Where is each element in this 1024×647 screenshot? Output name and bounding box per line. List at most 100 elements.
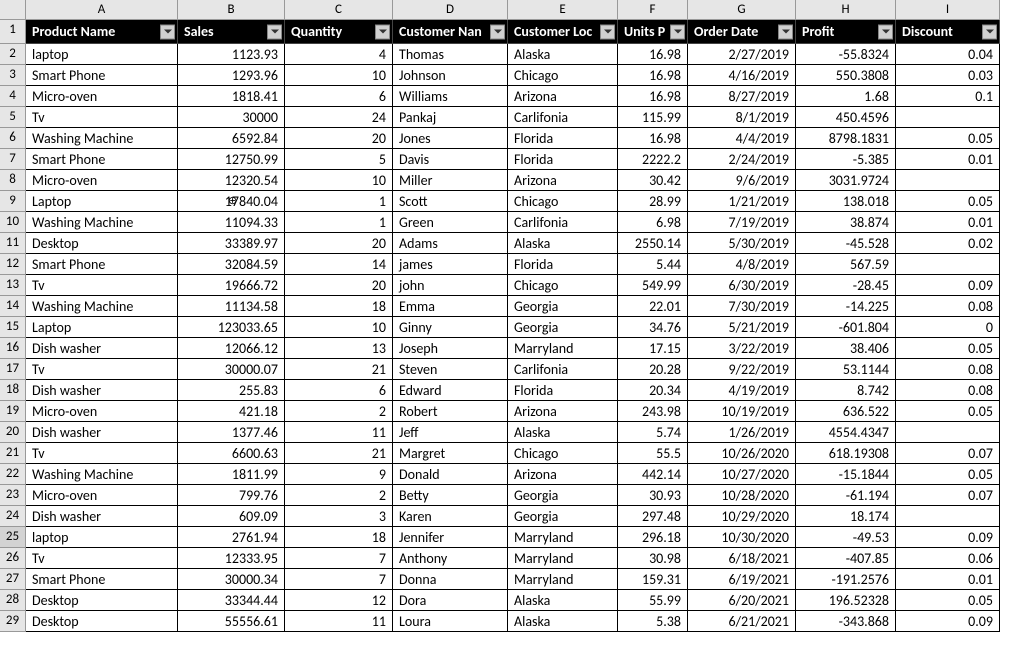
cell-D29[interactable]: Loura (393, 611, 508, 632)
row-head-20[interactable]: 20 (0, 422, 26, 443)
cell-B6[interactable]: 6592.84 (178, 128, 285, 149)
cell-I19[interactable]: 0.05 (896, 401, 1000, 422)
cell-H3[interactable]: 550.3808 (796, 65, 896, 86)
cell-C22[interactable]: 9 (285, 464, 393, 485)
col-head-E[interactable]: E (508, 0, 618, 20)
cell-G23[interactable]: 10/28/2020 (688, 485, 796, 506)
header-B[interactable]: Sales (178, 20, 285, 44)
cell-D17[interactable]: Steven (393, 359, 508, 380)
cell-F10[interactable]: 6.98 (618, 212, 688, 233)
cell-E4[interactable]: Arizona (508, 86, 618, 107)
cell-G25[interactable]: 10/30/2020 (688, 527, 796, 548)
cell-D21[interactable]: Margret (393, 443, 508, 464)
cell-F29[interactable]: 5.38 (618, 611, 688, 632)
cell-B4[interactable]: 1818.41 (178, 86, 285, 107)
cell-H10[interactable]: 38.874 (796, 212, 896, 233)
cell-G18[interactable]: 4/19/2019 (688, 380, 796, 401)
cell-H11[interactable]: -45.528 (796, 233, 896, 254)
cell-B10[interactable]: 11094.33 (178, 212, 285, 233)
row-head-18[interactable]: 18 (0, 380, 26, 401)
cell-I23[interactable]: 0.07 (896, 485, 1000, 506)
cell-E3[interactable]: Chicago (508, 65, 618, 86)
cell-F28[interactable]: 55.99 (618, 590, 688, 611)
row-head-4[interactable]: 4 (0, 86, 26, 107)
cell-B15[interactable]: 123033.65 (178, 317, 285, 338)
cell-H23[interactable]: -61.194 (796, 485, 896, 506)
cell-I14[interactable]: 0.08 (896, 296, 1000, 317)
cell-A24[interactable]: Dish washer (26, 506, 178, 527)
cell-C29[interactable]: 11 (285, 611, 393, 632)
cell-E20[interactable]: Alaska (508, 422, 618, 443)
cell-I10[interactable]: 0.01 (896, 212, 1000, 233)
cell-I11[interactable]: 0.02 (896, 233, 1000, 254)
cell-E5[interactable]: Carlifonia (508, 107, 618, 128)
cell-A6[interactable]: Washing Machine (26, 128, 178, 149)
cell-G20[interactable]: 1/26/2019 (688, 422, 796, 443)
cell-D5[interactable]: Pankaj (393, 107, 508, 128)
cell-H6[interactable]: 8798.1831 (796, 128, 896, 149)
cell-C8[interactable]: 10 (285, 170, 393, 191)
cell-I27[interactable]: 0.01 (896, 569, 1000, 590)
cell-A25[interactable]: laptop (26, 527, 178, 548)
cell-F5[interactable]: 115.99 (618, 107, 688, 128)
cell-B28[interactable]: 33344.44 (178, 590, 285, 611)
cell-G15[interactable]: 5/21/2019 (688, 317, 796, 338)
cell-E26[interactable]: Marryland (508, 548, 618, 569)
cell-H2[interactable]: -55.8324 (796, 44, 896, 65)
cell-B21[interactable]: 6600.63 (178, 443, 285, 464)
cell-H26[interactable]: -407.85 (796, 548, 896, 569)
cell-H29[interactable]: -343.868 (796, 611, 896, 632)
cell-H19[interactable]: 636.522 (796, 401, 896, 422)
cell-A23[interactable]: Micro-oven (26, 485, 178, 506)
cell-I7[interactable]: 0.01 (896, 149, 1000, 170)
cell-H20[interactable]: 4554.4347 (796, 422, 896, 443)
cell-F8[interactable]: 30.42 (618, 170, 688, 191)
cell-A13[interactable]: Tv (26, 275, 178, 296)
cell-I28[interactable]: 0.05 (896, 590, 1000, 611)
cell-A9[interactable]: Laptop (26, 191, 178, 212)
cell-E6[interactable]: Florida (508, 128, 618, 149)
cell-E2[interactable]: Alaska (508, 44, 618, 65)
row-head-10[interactable]: 10 (0, 212, 26, 233)
cell-D12[interactable]: james (393, 254, 508, 275)
cell-E22[interactable]: Arizona (508, 464, 618, 485)
cell-H28[interactable]: 196.52328 (796, 590, 896, 611)
cell-C24[interactable]: 3 (285, 506, 393, 527)
cell-I16[interactable]: 0.05 (896, 338, 1000, 359)
cell-C5[interactable]: 24 (285, 107, 393, 128)
cell-C16[interactable]: 13 (285, 338, 393, 359)
cell-B17[interactable]: 30000.07 (178, 359, 285, 380)
filter-dropdown-icon[interactable] (375, 24, 390, 39)
cell-E25[interactable]: Marryland (508, 527, 618, 548)
cell-D16[interactable]: Joseph (393, 338, 508, 359)
cell-C13[interactable]: 20 (285, 275, 393, 296)
cell-F17[interactable]: 20.28 (618, 359, 688, 380)
cell-H7[interactable]: -5.385 (796, 149, 896, 170)
cell-G9[interactable]: 1/21/2019 (688, 191, 796, 212)
cell-A14[interactable]: Washing Machine (26, 296, 178, 317)
cell-G8[interactable]: 9/6/2019 (688, 170, 796, 191)
cell-H22[interactable]: -15.1844 (796, 464, 896, 485)
cell-C3[interactable]: 10 (285, 65, 393, 86)
cell-A29[interactable]: Desktop (26, 611, 178, 632)
row-head-29[interactable]: 29 (0, 611, 26, 632)
cell-H5[interactable]: 450.4596 (796, 107, 896, 128)
filter-dropdown-icon[interactable] (878, 24, 893, 39)
cell-G11[interactable]: 5/30/2019 (688, 233, 796, 254)
cell-B3[interactable]: 1293.96 (178, 65, 285, 86)
cell-D9[interactable]: Scott (393, 191, 508, 212)
cell-A5[interactable]: Tv (26, 107, 178, 128)
col-head-F[interactable]: F (618, 0, 688, 20)
cell-E17[interactable]: Carlifonia (508, 359, 618, 380)
cell-A11[interactable]: Desktop (26, 233, 178, 254)
cell-C20[interactable]: 11 (285, 422, 393, 443)
cell-A28[interactable]: Desktop (26, 590, 178, 611)
cell-C23[interactable]: 2 (285, 485, 393, 506)
cell-B16[interactable]: 12066.12 (178, 338, 285, 359)
row-head-15[interactable]: 15 (0, 317, 26, 338)
cell-D20[interactable]: Jeff (393, 422, 508, 443)
cell-H8[interactable]: 3031.9724 (796, 170, 896, 191)
cell-G24[interactable]: 10/29/2020 (688, 506, 796, 527)
cell-A12[interactable]: Smart Phone (26, 254, 178, 275)
cell-B25[interactable]: 2761.94 (178, 527, 285, 548)
